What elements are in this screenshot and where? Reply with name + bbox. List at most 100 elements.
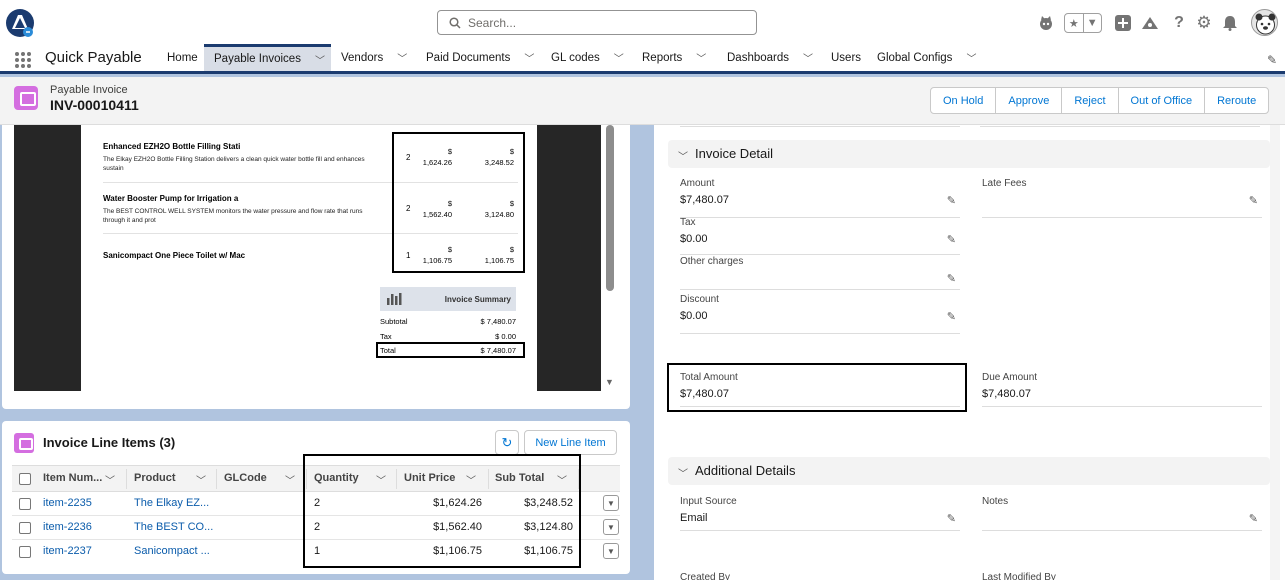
chevron-down-icon[interactable]: ﹀ <box>524 50 534 65</box>
edit-pencil-icon[interactable]: ✎ <box>947 512 956 525</box>
bell-icon[interactable] <box>1221 14 1239 32</box>
edit-nav-pencil-icon[interactable]: ✎ <box>1267 53 1277 67</box>
preview-item-title: Sanicompact One Piece Toilet w/ Mac <box>103 251 246 260</box>
nav-item-home[interactable]: Home <box>158 44 207 71</box>
summary-subtotal: Subtotal $ 7,480.07 <box>380 317 516 326</box>
scrollbar-thumb[interactable] <box>606 125 614 291</box>
edit-pencil-icon[interactable]: ✎ <box>947 272 956 285</box>
chevron-down-icon[interactable]: ﹀ <box>196 472 206 487</box>
record-object-label: Payable Invoice <box>50 84 128 96</box>
chevron-down-icon[interactable]: ﹀ <box>105 472 115 487</box>
section-invoice-detail[interactable]: ﹀ Invoice Detail <box>668 140 1270 168</box>
nav-item-label: Users <box>831 51 862 64</box>
nav-item-vendors[interactable]: Vendors ﹀ <box>341 44 407 71</box>
field-label: Tax <box>680 217 696 228</box>
nav-item-label: Home <box>167 51 198 64</box>
chevron-down-icon[interactable]: ﹀ <box>678 148 688 163</box>
summary-label: Tax <box>380 332 392 341</box>
field-value: $7,480.07 <box>982 388 1031 400</box>
salesforce-logo-icon[interactable] <box>4 7 36 39</box>
chevron-down-icon[interactable]: ﹀ <box>696 50 706 65</box>
row-actions-button[interactable]: ▼ <box>603 543 619 559</box>
product-link[interactable]: The Elkay EZ... <box>134 497 209 509</box>
product-link[interactable]: The BEST CO... <box>134 521 213 533</box>
row-checkbox[interactable] <box>19 522 31 534</box>
row-actions-button[interactable]: ▼ <box>603 495 619 511</box>
nav-item-payable-invoices[interactable]: Payable Invoices ﹀ <box>204 44 331 71</box>
nav-item-label: Vendors <box>341 51 384 64</box>
field-value: $0.00 <box>680 310 708 322</box>
gear-icon[interactable]: ⚙ <box>1195 13 1213 32</box>
preview-item: Water Booster Pump for Irrigation a The … <box>103 194 383 225</box>
field-notes: Notes ✎ <box>982 496 1262 531</box>
field-value: $7,480.07 <box>680 194 729 206</box>
chevron-down-icon[interactable]: ﹀ <box>397 50 407 65</box>
edit-pencil-icon[interactable]: ✎ <box>1249 512 1258 525</box>
field-value: Email <box>680 512 708 524</box>
preview-item-desc: The Elkay EZH2O Bottle Filling Station d… <box>103 156 365 172</box>
out-of-office-button[interactable]: Out of Office <box>1117 87 1206 114</box>
column-header-item-number[interactable]: Item Num... <box>43 472 102 484</box>
chevron-down-icon[interactable]: ﹀ <box>966 50 976 65</box>
chevron-down-icon[interactable]: ﹀ <box>614 50 624 65</box>
plus-icon[interactable] <box>1114 14 1132 32</box>
nav-item-reports[interactable]: Reports ﹀ <box>642 44 706 71</box>
refresh-button[interactable]: ↻ <box>495 430 519 455</box>
on-hold-button[interactable]: On Hold <box>930 87 997 114</box>
app-name: Quick Payable <box>45 49 142 66</box>
detail-scrollbar[interactable] <box>1270 125 1280 580</box>
summary-value: $ 0.00 <box>495 332 516 341</box>
agent-icon[interactable] <box>1037 14 1055 32</box>
summary-tax: Tax $ 0.00 <box>380 332 516 341</box>
edit-pencil-icon[interactable]: ✎ <box>947 310 956 323</box>
section-additional-details[interactable]: ﹀ Additional Details <box>668 457 1270 485</box>
nav-item-dashboards[interactable]: Dashboards ﹀ <box>727 44 813 71</box>
app-launcher-icon[interactable] <box>14 51 32 69</box>
nav-item-label: Global Configs <box>877 51 953 64</box>
reject-button[interactable]: Reject <box>1061 87 1119 114</box>
line-items-title[interactable]: Invoice Line Items (3) <box>43 435 175 450</box>
nav-item-global-configs[interactable]: Global Configs ﹀ <box>877 44 976 71</box>
help-icon[interactable]: ? <box>1170 14 1188 32</box>
field-value: $0.00 <box>680 233 708 245</box>
column-header-glcode[interactable]: GLCode <box>224 472 267 484</box>
product-link[interactable]: Sanicompact ... <box>134 545 210 557</box>
approve-button[interactable]: Approve <box>995 87 1063 114</box>
nav-item-gl-codes[interactable]: GL codes ﹀ <box>551 44 624 71</box>
row-actions-button[interactable]: ▼ <box>603 519 619 535</box>
item-number-link[interactable]: item-2237 <box>43 545 92 557</box>
highlight-box <box>303 454 581 568</box>
field-label-last-modified-by: Last Modified By <box>982 572 1056 580</box>
favorites-control[interactable]: ★ ▼ <box>1064 13 1102 33</box>
nav-item-paid-documents[interactable]: Paid Documents ﹀ <box>426 44 534 71</box>
field-label: Other charges <box>680 256 744 267</box>
reroute-button[interactable]: Reroute <box>1204 87 1270 114</box>
new-line-item-button[interactable]: New Line Item <box>524 430 617 455</box>
edit-pencil-icon[interactable]: ✎ <box>947 233 956 246</box>
select-all-checkbox[interactable] <box>19 473 31 485</box>
field-label: Notes <box>982 496 1009 507</box>
item-number-link[interactable]: item-2236 <box>43 521 92 533</box>
chevron-down-icon[interactable]: ﹀ <box>285 472 295 487</box>
search-input[interactable]: Search... <box>437 10 757 35</box>
item-number-link[interactable]: item-2235 <box>43 497 92 509</box>
chevron-down-icon[interactable]: ﹀ <box>803 50 813 65</box>
scroll-down-arrow-icon[interactable]: ▼ <box>605 377 614 387</box>
summary-value: $ 7,480.07 <box>480 317 516 326</box>
chevron-down-icon[interactable]: ﹀ <box>678 465 688 480</box>
row-checkbox[interactable] <box>19 546 31 558</box>
preview-scrollbar[interactable]: ▼ <box>605 125 615 391</box>
field-due-amount: Due Amount $7,480.07 <box>982 372 1262 407</box>
column-divider <box>126 469 127 489</box>
chevron-down-icon[interactable]: ﹀ <box>315 52 325 67</box>
chevron-down-icon[interactable]: ▼ <box>1082 14 1102 32</box>
avatar[interactable] <box>1251 9 1278 36</box>
nav-item-users[interactable]: Users <box>831 44 861 71</box>
star-icon[interactable]: ★ <box>1065 14 1083 32</box>
row-checkbox[interactable] <box>19 498 31 510</box>
column-header-product[interactable]: Product <box>134 472 176 484</box>
edit-pencil-icon[interactable]: ✎ <box>1249 194 1258 207</box>
field-other-charges: Other charges ✎ <box>680 256 960 290</box>
trailhead-icon[interactable] <box>1141 14 1159 32</box>
edit-pencil-icon[interactable]: ✎ <box>947 194 956 207</box>
